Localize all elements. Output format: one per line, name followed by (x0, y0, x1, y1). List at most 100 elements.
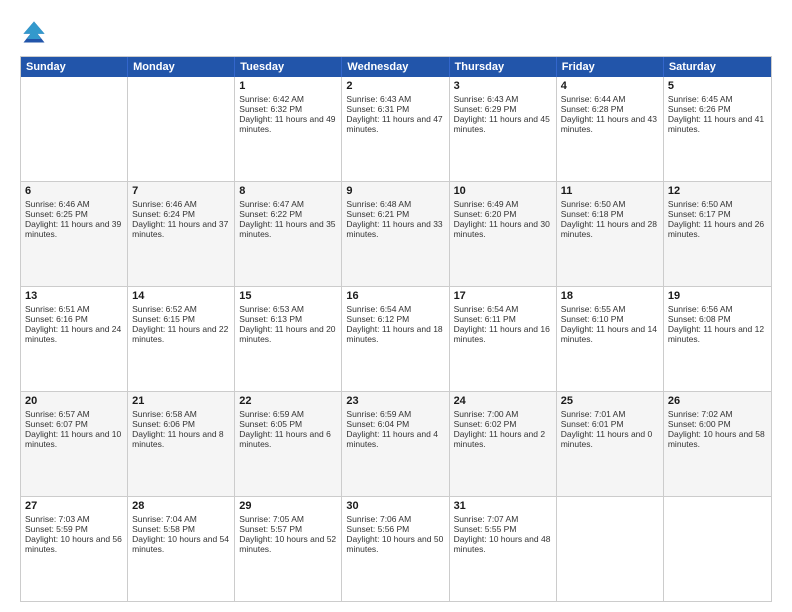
day-number: 9 (346, 185, 444, 197)
cell-content-line: Daylight: 10 hours and 58 minutes. (668, 429, 767, 449)
day-number: 29 (239, 500, 337, 512)
cell-content-line: Sunrise: 6:50 AM (561, 199, 659, 209)
header-day-tuesday: Tuesday (235, 57, 342, 77)
cell-content-line: Sunrise: 6:43 AM (454, 94, 552, 104)
cell-content-line: Daylight: 10 hours and 54 minutes. (132, 534, 230, 554)
day-number: 3 (454, 80, 552, 92)
header-day-saturday: Saturday (664, 57, 771, 77)
day-cell-12: 12Sunrise: 6:50 AMSunset: 6:17 PMDayligh… (664, 182, 771, 286)
cell-content-line: Daylight: 11 hours and 47 minutes. (346, 114, 444, 134)
cell-content-line: Sunrise: 7:05 AM (239, 514, 337, 524)
day-cell-5: 5Sunrise: 6:45 AMSunset: 6:26 PMDaylight… (664, 77, 771, 181)
day-number: 2 (346, 80, 444, 92)
day-cell-22: 22Sunrise: 6:59 AMSunset: 6:05 PMDayligh… (235, 392, 342, 496)
cell-content-line: Sunset: 5:55 PM (454, 524, 552, 534)
cell-content-line: Sunrise: 6:57 AM (25, 409, 123, 419)
day-number: 7 (132, 185, 230, 197)
header-day-monday: Monday (128, 57, 235, 77)
cell-content-line: Sunrise: 6:50 AM (668, 199, 767, 209)
page: SundayMondayTuesdayWednesdayThursdayFrid… (0, 0, 792, 612)
header (20, 18, 772, 46)
day-cell-6: 6Sunrise: 6:46 AMSunset: 6:25 PMDaylight… (21, 182, 128, 286)
cell-content-line: Daylight: 11 hours and 35 minutes. (239, 219, 337, 239)
cell-content-line: Sunrise: 7:00 AM (454, 409, 552, 419)
day-number: 17 (454, 290, 552, 302)
cell-content-line: Sunset: 6:06 PM (132, 419, 230, 429)
cell-content-line: Sunset: 5:58 PM (132, 524, 230, 534)
cell-content-line: Sunset: 6:05 PM (239, 419, 337, 429)
calendar-body: 1 Sunrise: 6:42 AMSunset: 6:32 PM Daylight… (21, 77, 771, 601)
day-cell-1: 1Sunrise: 6:42 AMSunset: 6:32 PMDaylight… (235, 77, 342, 181)
cell-content-line: Sunset: 6:07 PM (25, 419, 123, 429)
cell-content-line: Sunrise: 6:48 AM (346, 199, 444, 209)
cell-content-line: Sunset: 6:12 PM (346, 314, 444, 324)
day-cell-27: 27Sunrise: 7:03 AMSunset: 5:59 PMDayligh… (21, 497, 128, 601)
day-number: 13 (25, 290, 123, 302)
cell-content-line: Sunset: 6:02 PM (454, 419, 552, 429)
cell-content-line: Daylight: 11 hours and 18 minutes. (346, 324, 444, 344)
cell-content-line: Daylight: 11 hours and 0 minutes. (561, 429, 659, 449)
calendar-header: SundayMondayTuesdayWednesdayThursdayFrid… (21, 57, 771, 77)
cell-content-line: Sunset: 5:59 PM (25, 524, 123, 534)
cell-content-line: Sunset: 6:22 PM (239, 209, 337, 219)
empty-cell (557, 497, 664, 601)
day-number: 27 (25, 500, 123, 512)
day-number: 16 (346, 290, 444, 302)
cell-content-line: Sunrise: 7:04 AM (132, 514, 230, 524)
week-row-3: 13Sunrise: 6:51 AMSunset: 6:16 PMDayligh… (21, 287, 771, 392)
cell-content-line: Daylight: 11 hours and 30 minutes. (454, 219, 552, 239)
cell-content-line: Sunrise: 6:46 AM (25, 199, 123, 209)
cell-content-line: Sunset: 6:32 PM (239, 104, 337, 114)
day-number: 4 (561, 80, 659, 92)
cell-content-line: Sunset: 6:20 PM (454, 209, 552, 219)
cell-content-line: Daylight: 11 hours and 41 minutes. (668, 114, 767, 134)
cell-content-line: Sunset: 6:21 PM (346, 209, 444, 219)
cell-content-line: Sunrise: 7:06 AM (346, 514, 444, 524)
day-number: 11 (561, 185, 659, 197)
cell-content-line: Daylight: 11 hours and 39 minutes. (25, 219, 123, 239)
day-number: 1 (239, 80, 337, 92)
cell-content-line: Sunset: 6:31 PM (346, 104, 444, 114)
cell-content-line: Sunrise: 6:55 AM (561, 304, 659, 314)
day-cell-18: 18Sunrise: 6:55 AMSunset: 6:10 PMDayligh… (557, 287, 664, 391)
cell-content-line: Daylight: 11 hours and 24 minutes. (25, 324, 123, 344)
cell-content-line: Sunset: 5:56 PM (346, 524, 444, 534)
cell-content-line: Daylight: 11 hours and 4 minutes. (346, 429, 444, 449)
day-cell-29: 29Sunrise: 7:05 AMSunset: 5:57 PMDayligh… (235, 497, 342, 601)
day-number: 19 (668, 290, 767, 302)
day-number: 28 (132, 500, 230, 512)
day-number: 22 (239, 395, 337, 407)
day-number: 21 (132, 395, 230, 407)
cell-content-line: Daylight: 10 hours and 50 minutes. (346, 534, 444, 554)
day-number: 10 (454, 185, 552, 197)
cell-content-line: Daylight: 11 hours and 12 minutes. (668, 324, 767, 344)
day-cell-26: 26Sunrise: 7:02 AMSunset: 6:00 PMDayligh… (664, 392, 771, 496)
cell-content-line: Daylight: 10 hours and 48 minutes. (454, 534, 552, 554)
cell-content-line: Daylight: 11 hours and 6 minutes. (239, 429, 337, 449)
cell-content-line: Sunrise: 6:46 AM (132, 199, 230, 209)
day-cell-31: 31Sunrise: 7:07 AMSunset: 5:55 PMDayligh… (450, 497, 557, 601)
day-cell-21: 21Sunrise: 6:58 AMSunset: 6:06 PMDayligh… (128, 392, 235, 496)
cell-content-line: Sunset: 6:13 PM (239, 314, 337, 324)
day-cell-11: 11Sunrise: 6:50 AMSunset: 6:18 PMDayligh… (557, 182, 664, 286)
cell-content-line: Sunset: 6:00 PM (668, 419, 767, 429)
day-number: 20 (25, 395, 123, 407)
cell-content-line: Sunset: 6:08 PM (668, 314, 767, 324)
cell-content-line: Daylight: 11 hours and 28 minutes. (561, 219, 659, 239)
header-day-friday: Friday (557, 57, 664, 77)
cell-content-line: Sunrise: 6:42 AM (239, 94, 337, 104)
day-number: 30 (346, 500, 444, 512)
week-row-2: 6Sunrise: 6:46 AMSunset: 6:25 PMDaylight… (21, 182, 771, 287)
cell-content-line: Sunset: 6:28 PM (561, 104, 659, 114)
cell-content-line: Sunset: 6:04 PM (346, 419, 444, 429)
cell-content-line: Sunrise: 6:54 AM (454, 304, 552, 314)
day-number: 5 (668, 80, 767, 92)
day-number: 26 (668, 395, 767, 407)
day-cell-19: 19Sunrise: 6:56 AMSunset: 6:08 PMDayligh… (664, 287, 771, 391)
day-cell-24: 24Sunrise: 7:00 AMSunset: 6:02 PMDayligh… (450, 392, 557, 496)
logo (20, 18, 52, 46)
day-number: 8 (239, 185, 337, 197)
cell-content-line: Daylight: 11 hours and 45 minutes. (454, 114, 552, 134)
cell-content-line: Daylight: 11 hours and 8 minutes. (132, 429, 230, 449)
cell-content-line: Sunset: 6:15 PM (132, 314, 230, 324)
